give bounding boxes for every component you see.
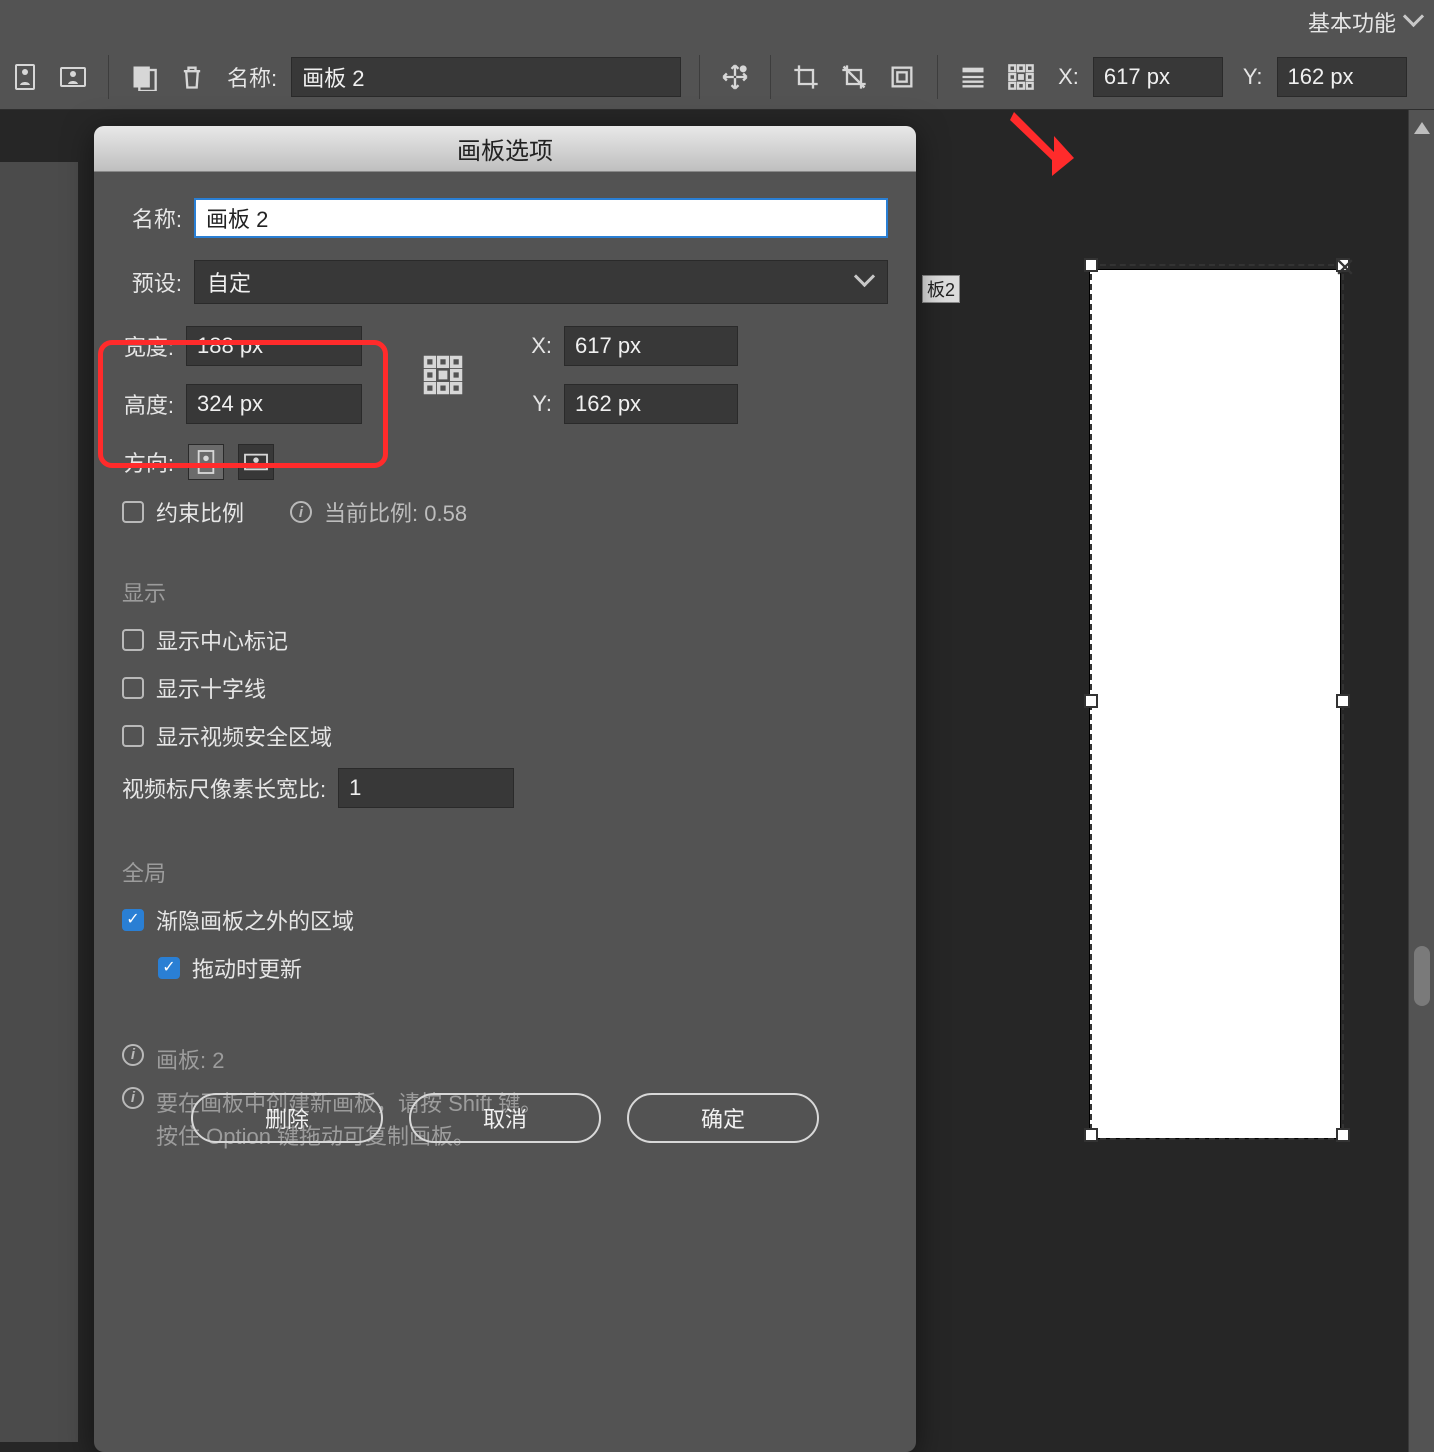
dialog-title: 画板选项 [94,126,916,172]
show-safe-label: 显示视频安全区域 [156,720,332,752]
fade-outside-label: 渐隐画板之外的区域 [156,904,354,936]
selection-handle[interactable] [1084,694,1098,708]
new-artboard-icon[interactable] [127,60,161,94]
ok-button[interactable]: 确定 [627,1093,819,1143]
crop3-icon[interactable] [885,60,919,94]
show-center-checkbox[interactable] [122,629,144,651]
divider [108,55,109,99]
cancel-button[interactable]: 取消 [409,1093,601,1143]
selection-handle[interactable] [1084,258,1098,272]
chevron-down-icon [1406,13,1424,31]
info-icon: i [122,1044,144,1066]
width-label: 宽度: [122,330,174,362]
divider [770,55,771,99]
scroll-up-icon[interactable] [1414,122,1430,134]
workspace-dropdown[interactable]: 基本功能 [1308,6,1424,38]
update-while-dragging-label: 拖动时更新 [192,952,302,984]
crop1-icon[interactable] [789,60,823,94]
orientation-landscape-icon[interactable] [56,60,90,94]
height-label: 高度: [122,388,174,420]
selection-handle[interactable] [1084,1128,1098,1142]
reference-point-icon[interactable] [1004,60,1038,94]
constrain-label: 约束比例 [156,496,244,528]
divider [937,55,938,99]
artboard-name-input[interactable] [291,57,681,97]
divider [699,55,700,99]
workspace-label: 基本功能 [1308,6,1396,38]
preset-label: 预设: [122,266,182,298]
orientation-portrait-button[interactable] [188,444,224,480]
orientation-landscape-button[interactable] [238,444,274,480]
fade-outside-checkbox[interactable] [122,909,144,931]
control-bar: 名称: X: 617 px Y: 162 px [0,44,1434,110]
delete-button[interactable]: 删除 [191,1093,383,1143]
selection-handle[interactable] [1336,1128,1350,1142]
dialog-name-label: 名称: [122,202,182,234]
chevron-down-icon [857,273,875,291]
artboard-options-dialog: 画板选项 名称: 预设: 自定 宽度: 高度: [94,126,916,1452]
video-aspect-label: 视频标尺像素长宽比: [122,772,326,804]
show-center-label: 显示中心标记 [156,624,288,656]
orientation-portrait-icon[interactable] [8,60,42,94]
scroll-thumb[interactable] [1414,946,1430,1006]
delete-artboard-icon[interactable] [175,60,209,94]
dialog-x-input[interactable] [564,326,738,366]
preset-select[interactable]: 自定 [194,260,888,304]
show-cross-checkbox[interactable] [122,677,144,699]
vertical-scrollbar[interactable] [1408,110,1434,1452]
artboard-options-icon[interactable] [956,60,990,94]
dialog-y-input[interactable] [564,384,738,424]
preset-value: 自定 [207,266,251,298]
width-input[interactable] [186,326,362,366]
current-ratio-label: 当前比例: 0.58 [324,496,467,528]
name-label: 名称: [227,61,277,93]
x-value-field[interactable]: 617 px [1093,57,1223,97]
reference-point-grid[interactable] [422,354,464,396]
show-safe-checkbox[interactable] [122,725,144,747]
move-copy-icon[interactable] [718,60,752,94]
dialog-x-label: X: [524,333,552,359]
info-icon: i [290,501,312,523]
artboard-preview[interactable] [1090,270,1340,1138]
dialog-y-label: Y: [524,391,552,417]
display-section-head: 显示 [122,576,888,608]
crop2-icon[interactable] [837,60,871,94]
artboard-tag[interactable]: 板2 [922,275,960,303]
y-label: Y: [1243,64,1263,90]
show-cross-label: 显示十字线 [156,672,266,704]
x-label: X: [1058,64,1079,90]
dialog-name-input[interactable] [194,198,888,238]
global-section-head: 全局 [122,856,888,888]
artboard-count-info: 画板: 2 [156,1044,224,1077]
canvas-left-strip [0,162,78,1442]
video-aspect-input[interactable] [338,768,514,808]
selection-handle[interactable] [1336,258,1350,272]
constrain-proportions-checkbox[interactable] [122,501,144,523]
update-while-dragging-checkbox[interactable] [158,957,180,979]
orientation-label: 方向: [122,446,174,478]
height-input[interactable] [186,384,362,424]
y-value-field[interactable]: 162 px [1277,57,1407,97]
top-strip: 基本功能 [0,0,1434,44]
selection-handle[interactable] [1336,694,1350,708]
